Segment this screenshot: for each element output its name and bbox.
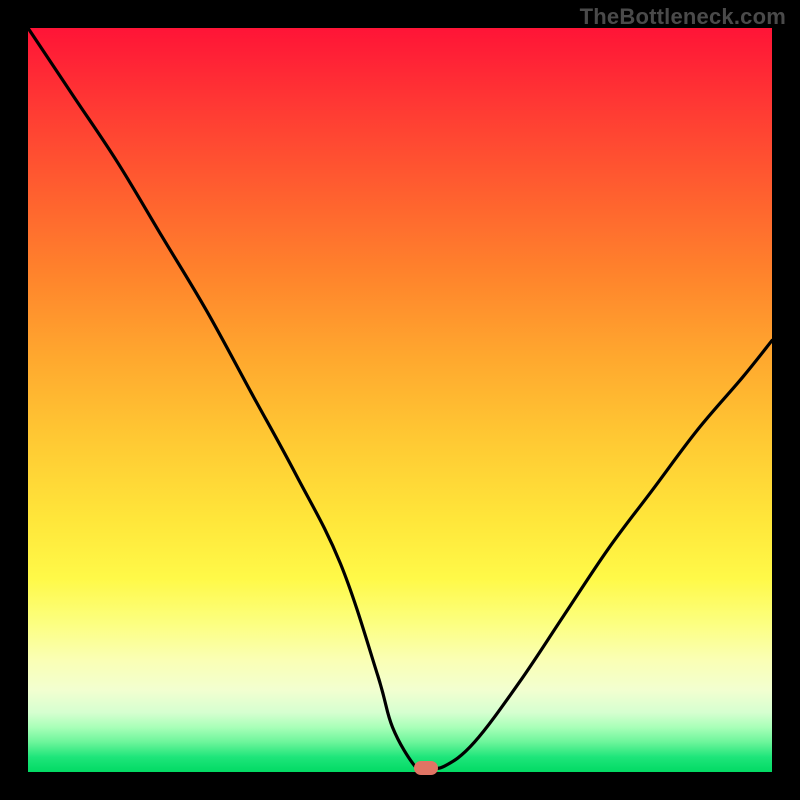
watermark-text: TheBottleneck.com [580, 4, 786, 30]
bottleneck-curve [28, 28, 772, 772]
plot-area [28, 28, 772, 772]
curve-path [28, 28, 772, 770]
optimal-marker [414, 761, 438, 775]
chart-frame: TheBottleneck.com [0, 0, 800, 800]
